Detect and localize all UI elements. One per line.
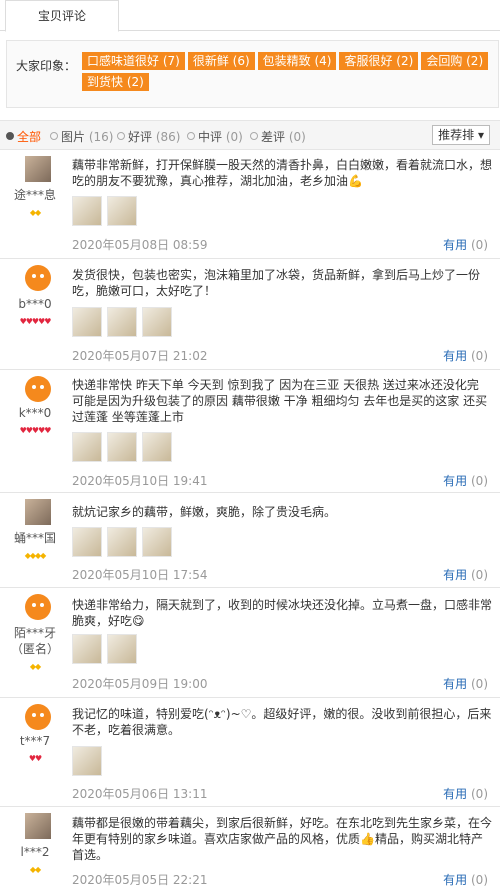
impression-tag[interactable]: 会回购 (2) bbox=[421, 52, 489, 70]
user-level-icon: ♥♥♥♥♥ bbox=[19, 426, 52, 435]
review-photos bbox=[72, 432, 177, 462]
review-photo[interactable] bbox=[72, 196, 102, 226]
review-username: b***0 bbox=[18, 297, 52, 311]
review-username: t***7 bbox=[19, 734, 51, 748]
review-text: 快递非常给力，隔天就到了，收到的时候冰块还没化掉。立马煮一盘，口感非常脆爽，好吃… bbox=[72, 598, 493, 628]
review-text: 我记忆的味道，特别爱吃(ᵔᴥᵔ)~♡。超级好评，嫩的很。没收到前很担心，后来不老… bbox=[72, 707, 492, 737]
avatar bbox=[25, 704, 51, 730]
review-photos bbox=[72, 634, 142, 664]
impression-label: 大家印象： bbox=[16, 59, 77, 73]
impression-tag[interactable]: 口感味道很好 (7) bbox=[82, 52, 185, 70]
useful-button[interactable]: 有用 (0) bbox=[443, 347, 488, 364]
review-photo[interactable] bbox=[107, 634, 137, 664]
review-date: 2020年05月10日 17:54 bbox=[72, 568, 208, 582]
review-photo[interactable] bbox=[107, 196, 137, 226]
review-item: 蛹***国 ◆◆◆◆ 就炕记家乡的藕带，鲜嫩，爽脆，除了贵没毛病。 2020年0… bbox=[0, 493, 500, 588]
impression-tag[interactable]: 到货快 (2) bbox=[82, 73, 149, 91]
review-item: l***2 ◆◆ 藕带都是很嫩的带着藕尖，到家后很新鲜，好吃。在东北吃到先生家乡… bbox=[0, 807, 500, 888]
review-item: b***0 ♥♥♥♥♥ 发货很快，包装也密实，泡沫箱里加了冰袋，货品新鲜，拿到后… bbox=[0, 259, 500, 370]
review-date: 2020年05月07日 21:02 bbox=[72, 349, 208, 363]
review-photo[interactable] bbox=[72, 746, 102, 776]
review-photo[interactable] bbox=[142, 527, 172, 557]
review-photo[interactable] bbox=[107, 527, 137, 557]
review-username: 蛹***国 bbox=[13, 531, 56, 545]
review-text: 藕带非常新鲜，打开保鲜膜一股天然的清香扑鼻，白白嫩嫩，看着就流口水，想吃的朋友不… bbox=[72, 158, 493, 188]
review-date: 2020年05月06日 13:11 bbox=[72, 787, 208, 801]
user-level-icon: ◆◆ bbox=[29, 662, 41, 671]
review-photo[interactable] bbox=[72, 527, 102, 557]
review-text: 藕带都是很嫩的带着藕尖，到家后很新鲜，好吃。在东北吃到先生家乡菜，在今年更有特别… bbox=[72, 816, 493, 862]
avatar bbox=[25, 499, 51, 525]
radio-icon bbox=[187, 132, 195, 140]
user-level-icon: ♥♥♥♥♥ bbox=[19, 317, 52, 326]
review-item: k***0 ♥♥♥♥♥ 快递非常快 昨天下单 今天到 惊到我了 因为在三亚 天很… bbox=[0, 370, 500, 493]
review-photo[interactable] bbox=[142, 307, 172, 337]
user-level-icon: ◆◆◆◆ bbox=[24, 551, 47, 560]
useful-button[interactable]: 有用 (0) bbox=[443, 785, 488, 802]
review-username: 途***息 bbox=[13, 188, 56, 202]
review-photo[interactable] bbox=[72, 307, 102, 337]
tab-reviews[interactable]: 宝贝评论 bbox=[5, 0, 119, 32]
avatar bbox=[25, 265, 51, 291]
useful-button[interactable]: 有用 (0) bbox=[443, 675, 488, 692]
review-username: 陌***牙 bbox=[13, 626, 56, 640]
review-text: 就炕记家乡的藕带，鲜嫩，爽脆，除了贵没毛病。 bbox=[72, 505, 337, 519]
review-filter-bar: 全部 图片 (16) 好评 (86) 中评 (0) 差评 (0) 推荐排 ▾ bbox=[0, 120, 500, 150]
filter-pics[interactable]: 图片 (16) bbox=[50, 128, 113, 145]
radio-icon bbox=[50, 132, 58, 140]
review-date: 2020年05月10日 19:41 bbox=[72, 474, 208, 488]
review-date: 2020年05月05日 22:21 bbox=[72, 873, 208, 887]
impression-tag[interactable]: 客服很好 (2) bbox=[339, 52, 419, 70]
review-item: 途***息 ◆◆ 藕带非常新鲜，打开保鲜膜一股天然的清香扑鼻，白白嫩嫩，看着就流… bbox=[0, 150, 500, 259]
review-item: 陌***牙 （匿名） ◆◆ 快递非常给力，隔天就到了，收到的时候冰块还没化掉。立… bbox=[0, 588, 500, 698]
review-date: 2020年05月08日 08:59 bbox=[72, 238, 208, 252]
radio-icon bbox=[117, 132, 125, 140]
review-photo[interactable] bbox=[142, 432, 172, 462]
impression-tags: 口感味道很好 (7) 很新鲜 (6) 包装精致 (4) 客服很好 (2) 会回购 (2)… bbox=[82, 52, 492, 94]
filter-all[interactable]: 全部 bbox=[6, 128, 41, 145]
review-item: t***7 ♥♥ 我记忆的味道，特别爱吃(ᵔᴥᵔ)~♡。超级好评，嫩的很。没收到… bbox=[0, 698, 500, 807]
review-username: l***2 bbox=[20, 845, 50, 859]
filter-mid[interactable]: 中评 (0) bbox=[187, 128, 243, 145]
useful-button[interactable]: 有用 (0) bbox=[443, 871, 488, 888]
review-photo[interactable] bbox=[72, 432, 102, 462]
user-level-icon: ◆◆ bbox=[29, 865, 41, 874]
avatar bbox=[25, 813, 51, 839]
impression-tag[interactable]: 很新鲜 (6) bbox=[187, 52, 255, 70]
impression-tag[interactable]: 包装精致 (4) bbox=[257, 52, 337, 70]
review-photos bbox=[72, 196, 142, 226]
review-photos bbox=[72, 527, 177, 557]
review-photo[interactable] bbox=[72, 634, 102, 664]
avatar bbox=[25, 376, 51, 402]
review-text: 快递非常快 昨天下单 今天到 惊到我了 因为在三亚 天很热 送过来冰还没化完 可… bbox=[72, 378, 488, 424]
radio-icon bbox=[250, 132, 258, 140]
filter-bad[interactable]: 差评 (0) bbox=[250, 128, 306, 145]
review-photo[interactable] bbox=[107, 307, 137, 337]
useful-button[interactable]: 有用 (0) bbox=[443, 472, 488, 489]
review-photos bbox=[72, 307, 177, 337]
review-username: k***0 bbox=[18, 406, 52, 420]
impression-panel: 大家印象： 口感味道很好 (7) 很新鲜 (6) 包装精致 (4) 客服很好 (2) 会… bbox=[6, 40, 499, 108]
sort-dropdown[interactable]: 推荐排 ▾ bbox=[432, 125, 490, 145]
useful-button[interactable]: 有用 (0) bbox=[443, 566, 488, 583]
anonymous-label: （匿名） bbox=[10, 642, 59, 656]
avatar bbox=[25, 156, 51, 182]
avatar bbox=[25, 594, 51, 620]
radio-icon bbox=[6, 132, 14, 140]
filter-good[interactable]: 好评 (86) bbox=[117, 128, 180, 145]
useful-button[interactable]: 有用 (0) bbox=[443, 236, 488, 253]
review-photo[interactable] bbox=[107, 432, 137, 462]
review-text: 发货很快，包装也密实，泡沫箱里加了冰袋，货品新鲜，拿到后马上炒了一份吃，脆嫩可口… bbox=[72, 268, 481, 298]
user-level-icon: ◆◆ bbox=[29, 208, 41, 217]
review-date: 2020年05月09日 19:00 bbox=[72, 677, 208, 691]
user-level-icon: ♥♥ bbox=[28, 754, 42, 763]
tab-bar: 宝贝评论 bbox=[0, 0, 500, 32]
review-photos bbox=[72, 746, 107, 776]
